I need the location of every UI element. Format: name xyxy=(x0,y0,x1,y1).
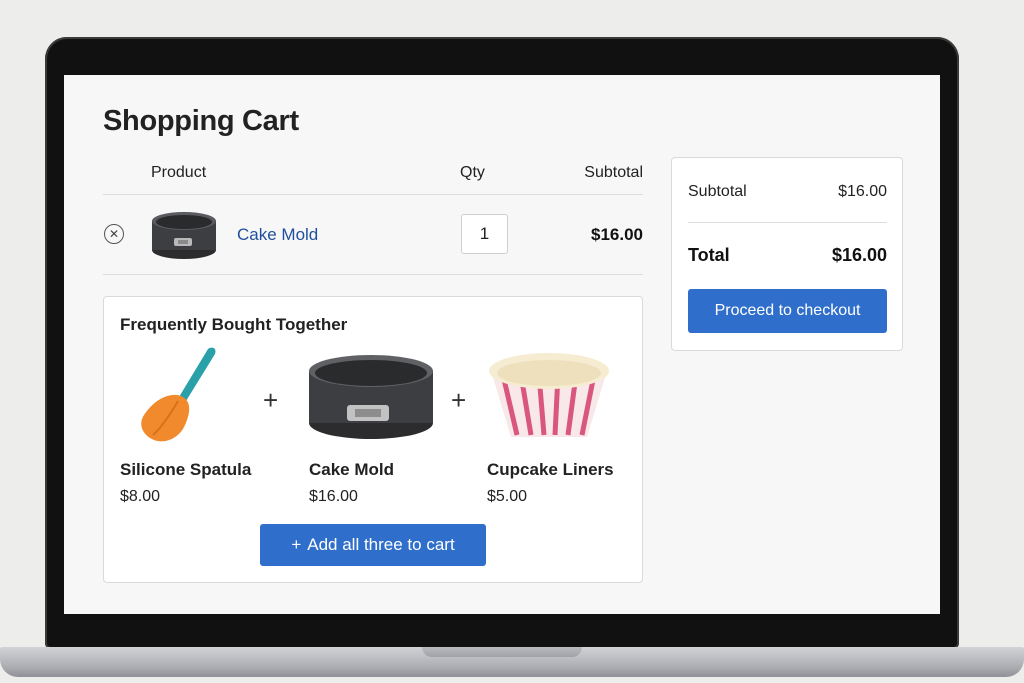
header-divider xyxy=(103,194,643,195)
fbt-item-name: Silicone Spatula xyxy=(120,460,252,479)
summary-subtotal-value: $16.00 xyxy=(838,183,887,200)
plus-icon: + xyxy=(263,385,279,415)
spatula-icon xyxy=(141,347,216,442)
row-subtotal: $16.00 xyxy=(591,225,643,244)
summary-subtotal-label: Subtotal xyxy=(688,183,747,200)
cupcake-liner-icon xyxy=(489,353,609,437)
add-all-to-cart-button[interactable]: + Add all three to cart xyxy=(260,524,486,566)
fbt-item-cupcake-liners[interactable]: Cupcake Liners $5.00 xyxy=(487,345,657,505)
column-header-product: Product xyxy=(151,164,207,181)
summary-divider xyxy=(688,222,887,223)
row-divider xyxy=(103,274,643,275)
order-summary-panel: Subtotal $16.00 Total $16.00 Proceed to … xyxy=(671,157,903,351)
column-header-subtotal: Subtotal xyxy=(584,164,643,181)
remove-item-button[interactable]: ✕ xyxy=(104,224,124,244)
frequently-bought-together-panel: Frequently Bought Together Silicone Spat… xyxy=(103,296,643,583)
fbt-title: Frequently Bought Together xyxy=(120,315,348,334)
summary-total-label: Total xyxy=(688,245,730,265)
product-link-cake-mold[interactable]: Cake Mold xyxy=(237,225,318,245)
plus-icon: + xyxy=(451,385,467,415)
springform-pan-icon xyxy=(152,212,216,259)
page-title: Shopping Cart xyxy=(103,105,299,137)
fbt-item-name: Cake Mold xyxy=(309,460,395,479)
fbt-item-price: $16.00 xyxy=(309,488,358,505)
plus-icon: + xyxy=(291,535,302,554)
cart-row: ✕ Cake Mold $16.00 xyxy=(103,196,643,274)
fbt-item-name: Cupcake Liners xyxy=(487,460,614,479)
add-all-label: Add all three to cart xyxy=(307,535,455,554)
fbt-item-price: $8.00 xyxy=(120,488,161,505)
laptop-base xyxy=(0,647,1024,677)
close-icon: ✕ xyxy=(108,227,120,241)
summary-total-value: $16.00 xyxy=(831,245,887,265)
fbt-item-price: $5.00 xyxy=(487,488,528,505)
laptop-notch xyxy=(422,647,582,657)
springform-pan-icon xyxy=(309,355,433,439)
checkout-button[interactable]: Proceed to checkout xyxy=(688,289,887,333)
quantity-input[interactable] xyxy=(461,214,508,254)
browser-page: Shopping Cart Product Qty Subtotal ✕ Cak… xyxy=(64,75,940,614)
column-header-qty: Qty xyxy=(460,164,485,181)
